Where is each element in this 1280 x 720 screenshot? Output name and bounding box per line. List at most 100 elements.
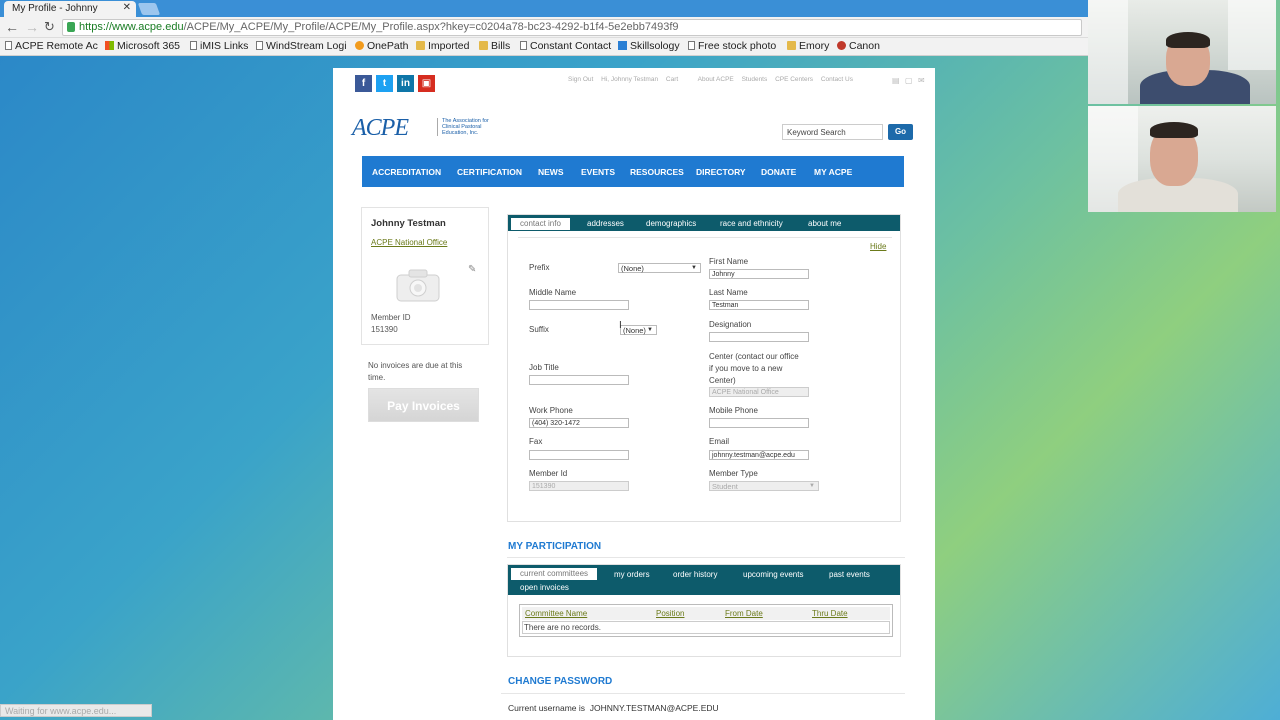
url-host: https://www.acpe.edu (79, 21, 184, 33)
suffix-select[interactable]: (None) ▼ (620, 325, 657, 335)
participation-tabs: current committees my orders order histo… (508, 565, 900, 595)
last-name-field[interactable]: Testman (709, 300, 809, 310)
page-icon (256, 41, 263, 50)
email-field[interactable]: johnny.testman@acpe.edu (709, 450, 809, 460)
bookmark-item[interactable]: Free stock photo (688, 40, 776, 52)
hide-link[interactable]: Hide (870, 242, 886, 251)
camera-icon[interactable] (395, 268, 441, 302)
middle-name-field[interactable] (529, 300, 629, 310)
bookmark-item[interactable]: Skillsology (618, 40, 680, 52)
greeting-link[interactable]: Hi, Johnny Testman (601, 76, 658, 83)
tab-demographics[interactable]: demographics (646, 219, 696, 228)
search-input[interactable]: Keyword Search (782, 124, 883, 140)
nav-my-acpe[interactable]: MY ACPE (814, 167, 852, 177)
member-type-select: Student ▼ (709, 481, 819, 491)
bookmark-item[interactable]: Microsoft 365 (105, 40, 180, 52)
edit-pencil-icon[interactable]: ✎ (468, 264, 476, 275)
share-icon[interactable]: ▢ (905, 76, 913, 85)
forward-icon[interactable]: → (25, 19, 39, 35)
tab-addresses[interactable]: addresses (587, 219, 624, 228)
first-name-field[interactable]: Johnny (709, 269, 809, 279)
address-bar[interactable]: https://www.acpe.edu/ACPE/My_ACPE/My_Pro… (62, 19, 1082, 36)
tab-past-events[interactable]: past events (829, 570, 870, 579)
print-icon[interactable]: ▤ (892, 76, 900, 85)
bookmark-item[interactable]: iMIS Links (190, 40, 248, 52)
tab-order-history[interactable]: order history (673, 570, 717, 579)
tab-current-committees[interactable]: current committees (511, 568, 598, 580)
profile-office-link[interactable]: ACPE National Office (371, 238, 447, 247)
col-from-date[interactable]: From Date (725, 609, 763, 618)
change-password-title: CHANGE PASSWORD (508, 676, 613, 687)
about-link[interactable]: About ACPE (698, 76, 734, 83)
nav-certification[interactable]: CERTIFICATION (457, 167, 522, 177)
page-icon (190, 41, 197, 50)
fax-field[interactable] (529, 450, 629, 460)
member-id-value: 151390 (371, 325, 398, 334)
nav-resources[interactable]: RESOURCES (630, 167, 684, 177)
cart-link[interactable]: Cart (666, 76, 678, 83)
browser-toolbar: ← → ↻ https://www.acpe.edu/ACPE/My_ACPE/… (0, 17, 1088, 38)
work-phone-field[interactable]: (404) 320-1472 (529, 418, 629, 428)
skillsology-icon (618, 41, 627, 50)
email-label: Email (709, 437, 730, 446)
bookmark-item[interactable]: ACPE Remote Ac (5, 40, 98, 52)
reload-icon[interactable]: ↻ (44, 19, 55, 35)
job-title-field[interactable] (529, 375, 629, 385)
nav-accreditation[interactable]: ACCREDITATION (372, 167, 441, 177)
contact-panel: contact info addresses demographics race… (507, 214, 901, 522)
logo-tagline: The Association for Clinical Pastoral Ed… (437, 118, 497, 136)
search-go-button[interactable]: Go (888, 124, 913, 140)
current-username: Current username is JOHNNY.TESTMAN@ACPE.… (508, 703, 719, 713)
lock-icon (67, 22, 75, 32)
contact-link[interactable]: Contact Us (821, 76, 853, 83)
tab-open-invoices[interactable]: open invoices (520, 583, 569, 592)
page-icon (688, 41, 695, 50)
back-icon[interactable]: ← (5, 19, 19, 35)
tab-title: My Profile - Johnny (12, 3, 98, 14)
bookmark-item[interactable]: OnePath (355, 40, 408, 52)
mobile-phone-field[interactable] (709, 418, 809, 428)
browser-status-bar: Waiting for www.acpe.edu... (0, 704, 152, 717)
designation-field[interactable] (709, 332, 809, 342)
pay-invoices-button[interactable]: Pay Invoices (368, 388, 479, 422)
youtube-icon[interactable]: ▣ (418, 75, 435, 92)
onepath-icon (355, 41, 364, 50)
col-committee-name[interactable]: Committee Name (525, 609, 587, 618)
tab-contact-info[interactable]: contact info (511, 218, 570, 230)
nav-directory[interactable]: DIRECTORY (696, 167, 746, 177)
bookmark-item[interactable]: Canon (837, 40, 880, 52)
dropdown-arrow-icon: ▼ (647, 327, 653, 333)
close-icon[interactable]: ✕ (123, 2, 131, 13)
tab-race-ethnicity[interactable]: race and ethnicity (720, 219, 783, 228)
cpe-centers-link[interactable]: CPE Centers (775, 76, 813, 83)
member-id-field-label: Member Id (529, 469, 568, 478)
member-type-label: Member Type (709, 469, 758, 478)
bookmark-item[interactable]: Constant Contact (520, 40, 611, 52)
nav-events[interactable]: EVENTS (581, 167, 615, 177)
bookmark-item[interactable]: WindStream Logi (256, 40, 347, 52)
new-tab-button[interactable] (137, 3, 161, 15)
bookmark-folder[interactable]: Bills (479, 40, 510, 52)
text-cursor-icon: I (619, 320, 622, 331)
nav-news[interactable]: NEWS (538, 167, 564, 177)
profile-card: Johnny Testman ACPE National Office ✎ Me… (361, 207, 489, 345)
browser-tab[interactable]: My Profile - Johnny ✕ (4, 1, 136, 17)
prefix-select[interactable]: (None) ▼ (618, 263, 701, 273)
bookmark-folder[interactable]: Emory (787, 40, 829, 52)
sign-out-link[interactable]: Sign Out (568, 76, 593, 83)
students-link[interactable]: Students (742, 76, 768, 83)
middle-name-label: Middle Name (529, 288, 577, 297)
url-path: /ACPE/My_ACPE/My_Profile/ACPE/My_Profile… (183, 21, 679, 33)
tab-my-orders[interactable]: my orders (614, 570, 650, 579)
email-icon[interactable]: ✉ (918, 76, 925, 85)
col-thru-date[interactable]: Thru Date (812, 609, 848, 618)
tab-about-me[interactable]: about me (808, 219, 841, 228)
tab-upcoming-events[interactable]: upcoming events (743, 570, 803, 579)
nav-donate[interactable]: DONATE (761, 167, 796, 177)
twitter-icon[interactable]: t (376, 75, 393, 92)
acpe-logo[interactable]: ACPE (352, 115, 409, 142)
col-position[interactable]: Position (656, 609, 684, 618)
linkedin-icon[interactable]: in (397, 75, 414, 92)
facebook-icon[interactable]: f (355, 75, 372, 92)
bookmark-folder[interactable]: Imported (416, 40, 469, 52)
